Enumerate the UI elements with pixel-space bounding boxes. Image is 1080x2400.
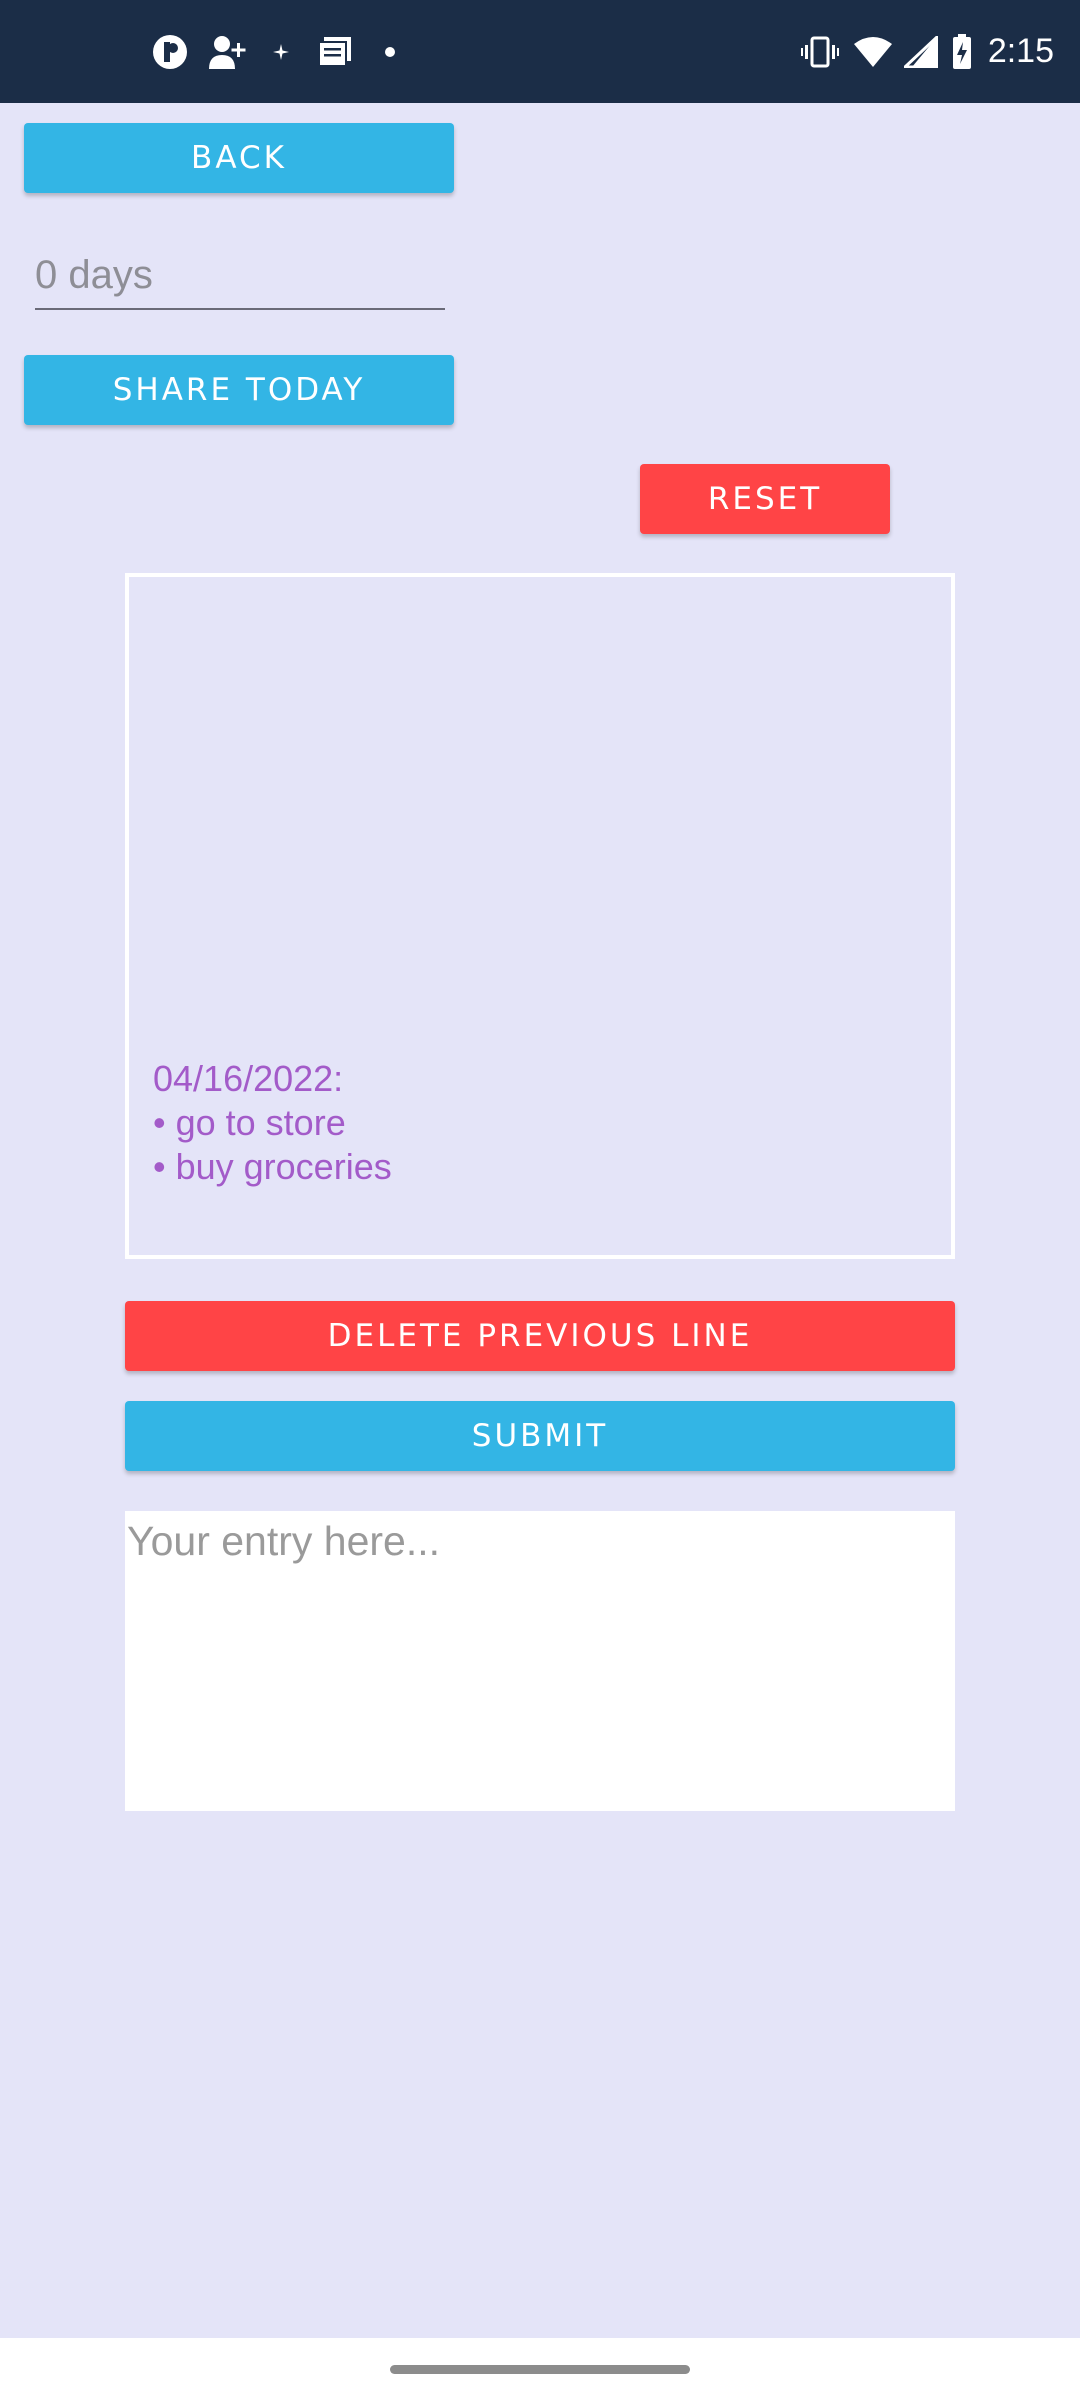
- vibrate-icon: [800, 0, 840, 103]
- journal-text: 04/16/2022: • go to store • buy grocerie…: [153, 1057, 392, 1189]
- share-today-button[interactable]: SHARE TODAY: [24, 355, 454, 425]
- journal-line: • buy groceries: [153, 1146, 392, 1187]
- home-gesture-handle[interactable]: [390, 2365, 690, 2374]
- journal-line: 04/16/2022:: [153, 1058, 344, 1099]
- delete-previous-line-button[interactable]: DELETE PREVIOUS LINE: [125, 1301, 955, 1371]
- sparkle-icon: [268, 0, 294, 103]
- message-icon: [316, 0, 354, 103]
- entry-input[interactable]: Your entry here...: [125, 1511, 955, 1811]
- add-contact-icon: [206, 0, 248, 103]
- journal-view[interactable]: 04/16/2022: • go to store • buy grocerie…: [125, 573, 955, 1259]
- back-button[interactable]: BACK: [24, 123, 454, 193]
- wifi-icon: [852, 0, 894, 103]
- journal-line: • go to store: [153, 1102, 346, 1143]
- submit-button[interactable]: SUBMIT: [125, 1401, 955, 1471]
- status-bar: 2:15: [0, 0, 1080, 103]
- status-time: 2:15: [987, 32, 1054, 70]
- cell-signal-icon: [902, 0, 940, 103]
- p-app-icon: [150, 0, 190, 103]
- reset-button[interactable]: RESET: [640, 464, 890, 534]
- days-field[interactable]: 0 days: [35, 240, 445, 310]
- dot-icon: [380, 0, 400, 103]
- navigation-bar: [0, 2338, 1080, 2400]
- battery-charging-icon: [950, 0, 974, 103]
